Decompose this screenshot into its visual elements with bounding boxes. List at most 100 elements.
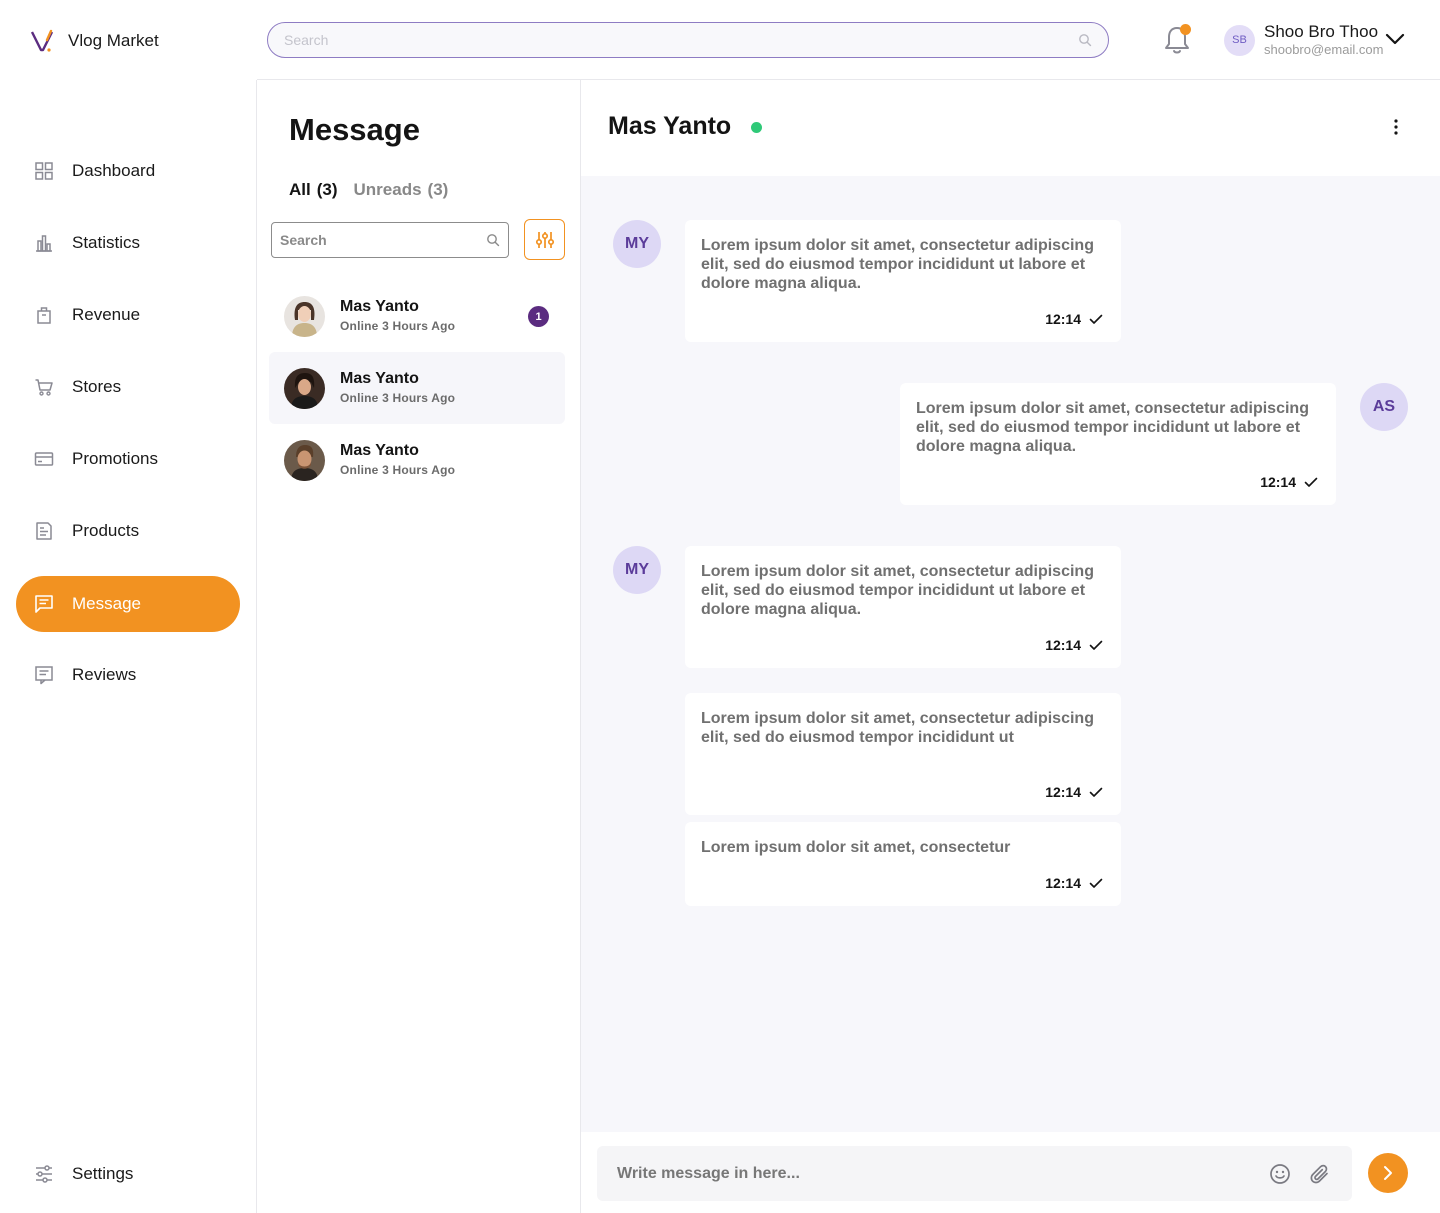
- check-icon: [1089, 314, 1103, 324]
- notification-dot: [1180, 24, 1191, 35]
- message-tabs: All (3) Unreads (3): [289, 180, 448, 200]
- message-bubble-outgoing: Lorem ipsum dolor sit amet, consectetur …: [900, 383, 1336, 505]
- sidebar-item-settings[interactable]: Settings: [16, 1146, 240, 1202]
- message-text: Lorem ipsum dolor sit amet, consectetur …: [701, 237, 1094, 292]
- notifications-button[interactable]: [1162, 24, 1192, 56]
- message-icon: [35, 595, 53, 613]
- chat-contact-name: Mas Yanto: [608, 112, 732, 140]
- tab-all[interactable]: All (3): [289, 180, 338, 200]
- emoji-icon[interactable]: [1268, 1162, 1292, 1186]
- sidebar-item-reviews[interactable]: Reviews: [16, 647, 240, 703]
- sender-avatar: MY: [613, 220, 661, 268]
- chevron-down-icon[interactable]: [1384, 32, 1406, 46]
- message-time: 12:14: [1045, 311, 1081, 327]
- send-button[interactable]: [1368, 1153, 1408, 1193]
- sidebar-item-statistics[interactable]: Statistics: [16, 215, 240, 271]
- filter-button[interactable]: [524, 219, 565, 260]
- sidebar-item-label: Revenue: [72, 305, 141, 324]
- document-icon: [36, 522, 52, 540]
- chevron-right-icon: [1384, 1166, 1392, 1180]
- shopping-bag-icon: [37, 307, 51, 324]
- message-time: 12:14: [1045, 784, 1081, 800]
- user-name: Shoo Bro Thoo: [1264, 22, 1379, 41]
- global-search: [267, 22, 1109, 58]
- sidebar-item-promotions[interactable]: Promotions: [16, 431, 240, 487]
- message-bubble: Lorem ipsum dolor sit amet, consectetur …: [685, 822, 1121, 906]
- message-bubble: Lorem ipsum dolor sit amet, consectetur …: [685, 220, 1121, 342]
- tab-label: All: [289, 180, 311, 199]
- contact-status: Online 3 Hours Ago: [340, 463, 456, 477]
- unread-badge: 1: [528, 306, 549, 327]
- contact-search-input[interactable]: [280, 232, 486, 248]
- contact-status: Online 3 Hours Ago: [340, 319, 456, 333]
- avatar: [284, 439, 325, 481]
- grid-icon: [35, 162, 53, 180]
- message-bubble: Lorem ipsum dolor sit amet, consectetur …: [685, 546, 1121, 668]
- tab-count: (3): [427, 180, 449, 199]
- contact-item[interactable]: Mas Yanto Online 3 Hours Ago: [269, 424, 565, 496]
- tab-count: (3): [316, 180, 338, 199]
- contact-status: Online 3 Hours Ago: [340, 391, 456, 405]
- logo-icon: [30, 29, 54, 52]
- tab-unreads[interactable]: Unreads (3): [354, 180, 449, 200]
- composer-field: [597, 1146, 1352, 1201]
- sidebar-item-products[interactable]: Products: [16, 503, 240, 559]
- message-text: Lorem ipsum dolor sit amet, consectetur …: [701, 563, 1094, 618]
- card-icon: [34, 452, 54, 466]
- message-input[interactable]: [617, 1164, 1252, 1183]
- user-menu[interactable]: SB Shoo Bro Thoo shoobro@email.com: [1224, 22, 1405, 58]
- sidebar-item-label: Stores: [72, 377, 122, 396]
- sidebar-item-label: Message: [72, 594, 141, 613]
- message-time: 12:14: [1260, 474, 1296, 490]
- bar-chart-icon: [36, 235, 52, 252]
- more-vertical-icon[interactable]: [1387, 116, 1405, 138]
- sidebar-item-message[interactable]: Message: [16, 576, 240, 632]
- user-email: shoobro@email.com: [1264, 42, 1384, 57]
- contact-name: Mas Yanto: [340, 298, 419, 315]
- contact-search: [271, 222, 509, 258]
- message-time: 12:14: [1045, 875, 1081, 891]
- sidebar-item-stores[interactable]: Stores: [16, 359, 240, 415]
- contact-name: Mas Yanto: [340, 370, 419, 387]
- search-icon[interactable]: [1078, 33, 1092, 47]
- filter-sliders-icon: [535, 231, 554, 248]
- check-icon: [1089, 878, 1103, 888]
- message-time: 12:14: [1045, 637, 1081, 653]
- sender-avatar: AS: [1360, 383, 1408, 431]
- contact-item[interactable]: Mas Yanto Online 3 Hours Ago: [269, 352, 565, 424]
- message-text: Lorem ipsum dolor sit amet, consectetur …: [701, 710, 1094, 746]
- app-name: Vlog Market: [68, 31, 159, 50]
- check-icon: [1089, 640, 1103, 650]
- global-search-input[interactable]: [284, 32, 1078, 48]
- check-icon: [1304, 477, 1318, 487]
- chat-header: Mas Yanto: [581, 80, 1440, 176]
- sidebar-item-label: Reviews: [72, 665, 137, 684]
- sliders-icon: [36, 1165, 52, 1183]
- contact-name: Mas Yanto: [340, 442, 419, 459]
- user-avatar: SB: [1224, 24, 1255, 56]
- sidebar-item-revenue[interactable]: Revenue: [16, 287, 240, 343]
- contact-item[interactable]: Mas Yanto Online 3 Hours Ago 1: [269, 280, 565, 352]
- sender-avatar: MY: [613, 546, 661, 594]
- online-status-dot: [751, 122, 762, 133]
- message-bubble: Lorem ipsum dolor sit amet, consectetur …: [685, 693, 1121, 815]
- sidebar-item-label: Products: [72, 521, 140, 540]
- sidebar-item-label: Statistics: [72, 233, 141, 252]
- avatar: [284, 295, 325, 337]
- message-text: Lorem ipsum dolor sit amet, consectetur: [701, 839, 1011, 856]
- sidebar-item-label: Promotions: [72, 449, 158, 468]
- message-list-panel: Message All (3) Unreads (3) Search Mas Y…: [256, 80, 581, 1213]
- sidebar-item-label: Dashboard: [72, 161, 156, 180]
- app-logo[interactable]: Vlog Market: [30, 28, 159, 54]
- sidebar-item-dashboard[interactable]: Dashboard: [16, 143, 240, 199]
- search-icon[interactable]: [486, 233, 500, 247]
- check-icon: [1089, 787, 1103, 797]
- review-icon: [35, 666, 53, 685]
- message-text: Lorem ipsum dolor sit amet, consectetur …: [916, 400, 1309, 455]
- cart-icon: [35, 379, 53, 396]
- paperclip-icon[interactable]: [1308, 1162, 1332, 1186]
- message-composer: [581, 1133, 1440, 1213]
- sidebar-item-label: Settings: [72, 1164, 134, 1183]
- message-list-title: Message: [289, 112, 420, 147]
- chat-messages: MY Lorem ipsum dolor sit amet, consectet…: [581, 176, 1440, 1132]
